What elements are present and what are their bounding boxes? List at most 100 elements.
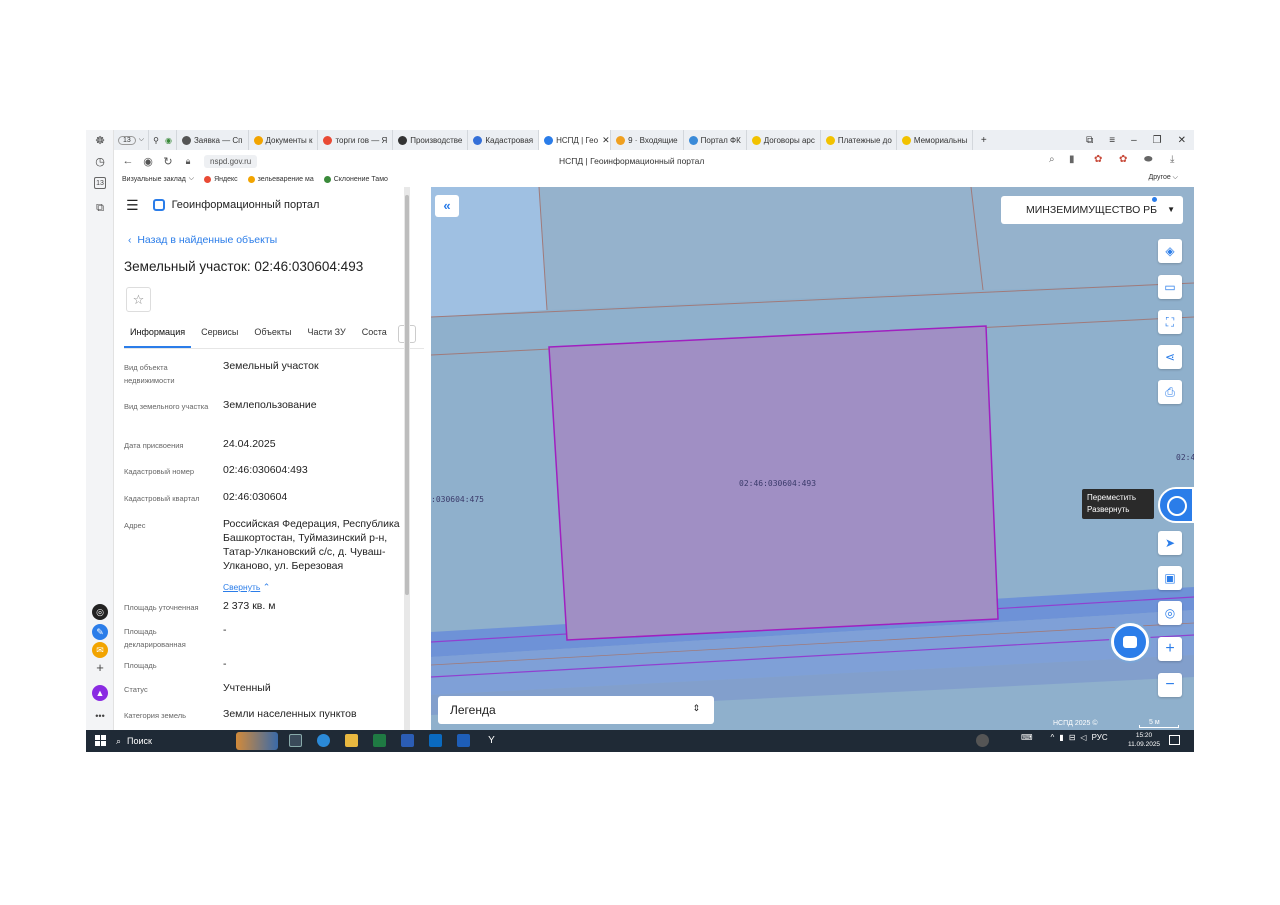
tray-up-icon[interactable]: ^ xyxy=(1051,733,1055,742)
zoom-out-button[interactable]: − xyxy=(1158,673,1182,697)
yandex-menu-icon[interactable]: ☸ xyxy=(92,133,108,149)
lync-icon[interactable] xyxy=(457,734,470,747)
back-link-label: Назад в найденные объекты xyxy=(137,234,278,246)
browser-tab[interactable]: 9 · Входящие xyxy=(611,130,684,150)
print-button[interactable]: ⎙ xyxy=(1158,380,1182,404)
extension-2-icon[interactable]: ✿ xyxy=(1119,154,1127,165)
edge-browser-icon[interactable] xyxy=(317,734,330,747)
collapse-panel-button[interactable]: « xyxy=(435,195,459,217)
pinned-tabs[interactable]: ⚲ ◉ xyxy=(149,130,177,150)
yandex-browser-icon[interactable]: Y xyxy=(485,734,498,747)
screenshot-icon[interactable]: ⧉ xyxy=(92,200,108,216)
bookmark-item[interactable]: Склонение Тамо xyxy=(323,175,388,183)
volume-icon[interactable]: ◁ xyxy=(1080,733,1086,742)
network-icon[interactable]: ⊟ xyxy=(1069,733,1076,742)
battery-icon[interactable]: ▮ xyxy=(1059,733,1063,742)
bookmark-item[interactable]: Визуальные заклад ⌵ xyxy=(122,175,194,183)
legend-dropdown[interactable]: Легенда ⇕ xyxy=(438,696,714,724)
language-indicator[interactable]: РУС xyxy=(1092,733,1108,742)
reload-icon[interactable]: ↻ xyxy=(158,155,178,168)
calendar-icon[interactable]: 13 xyxy=(94,177,106,189)
alice-assistant-icon[interactable]: ▲ xyxy=(92,685,108,701)
copy-icon[interactable]: ⧉ xyxy=(1078,135,1101,146)
map-canvas xyxy=(431,187,1194,715)
browser-tab[interactable]: торги гов — Я xyxy=(318,130,394,150)
property-label: Вид земельного участка xyxy=(124,402,209,411)
new-tab-button[interactable]: + xyxy=(973,135,995,146)
tab-counter[interactable]: 13 ⌵ xyxy=(114,130,150,150)
task-view-icon[interactable] xyxy=(289,734,302,747)
protect-shield-icon[interactable]: ⬬ xyxy=(1144,154,1153,165)
favorite-star-icon[interactable]: ☆ xyxy=(126,287,151,312)
browser-tab[interactable]: Производстве xyxy=(393,130,469,150)
browser-tab[interactable]: Заявка — Сп xyxy=(177,130,249,150)
bookmark-item[interactable]: зельеварение ма xyxy=(247,175,314,183)
taskbar-search[interactable]: ⌕ Поиск xyxy=(116,733,231,749)
tab-favicon-icon xyxy=(473,135,483,145)
property-value: 24.04.2025 xyxy=(223,438,276,450)
restore-button[interactable]: ❐ xyxy=(1145,135,1170,146)
object-title: Земельный участок: 02:46:030604:493 xyxy=(124,259,364,274)
panel-header: ☰ Геоинформационный портал xyxy=(114,187,431,223)
extension-icon[interactable]: ✿ xyxy=(1094,154,1102,165)
chat-button[interactable] xyxy=(1111,623,1149,661)
geolocate-button[interactable]: ◎ xyxy=(1158,601,1182,625)
navigate-button[interactable]: ➤ xyxy=(1158,531,1182,555)
history-icon[interactable]: ◷ xyxy=(92,154,108,170)
scrollbar-thumb[interactable] xyxy=(405,195,409,595)
search-highlight-image[interactable] xyxy=(236,732,278,750)
zoom-in-button[interactable]: + xyxy=(1158,637,1182,661)
protect-icon[interactable]: ◉ xyxy=(138,155,158,168)
mail-icon[interactable]: ✉ xyxy=(92,642,108,658)
collapse-address-link[interactable]: Свернуть ⌃ xyxy=(223,577,270,595)
outlook-icon[interactable] xyxy=(429,734,442,747)
move-expand-button[interactable] xyxy=(1158,487,1194,523)
panel-scrollbar[interactable] xyxy=(404,187,410,730)
search-page-icon[interactable]: ⌕ xyxy=(1049,154,1055,165)
messenger-icon[interactable]: ✎ xyxy=(92,624,108,640)
property-label: Дата присвоения xyxy=(124,441,184,450)
panel-tab[interactable]: Объекты xyxy=(248,323,297,348)
browser-tab[interactable]: Платежные до xyxy=(821,130,897,150)
bookmarks-other[interactable]: Другое ⌵ xyxy=(1148,174,1178,182)
share-button[interactable]: ⋖ xyxy=(1158,345,1182,369)
panel-tab[interactable]: Сервисы xyxy=(195,323,244,348)
map-view[interactable]: « МИНЗЕМИМУЩЕСТВО РБ ▼ ◈ ▭ ⛶ ⋖ ⎙ ➤ ▣ ◎ +… xyxy=(431,187,1194,730)
close-tab-icon[interactable]: ✕ xyxy=(602,135,610,146)
minimize-button[interactable]: – xyxy=(1123,135,1145,146)
cortana-icon[interactable] xyxy=(976,734,989,747)
browser-tab[interactable]: Документы к xyxy=(249,130,319,150)
back-arrow-icon[interactable]: ← xyxy=(118,155,138,167)
file-explorer-icon[interactable] xyxy=(345,734,358,747)
bookmark-item[interactable]: Яндекс xyxy=(204,175,238,183)
keyboard-icon[interactable]: ⌨ xyxy=(1021,733,1033,742)
ruler-button[interactable]: ▭ xyxy=(1158,275,1182,299)
panel-tab[interactable]: Информация xyxy=(124,323,192,348)
panel-tab[interactable]: Соста xyxy=(356,323,393,348)
pinned-tab-icon: ◉ xyxy=(164,135,172,145)
bookmark-icon[interactable]: ▮ xyxy=(1069,154,1075,165)
browser-tab[interactable]: НСПД | Гео ✕ xyxy=(539,130,612,150)
menu-icon[interactable]: ≡ xyxy=(1101,135,1123,146)
clock[interactable]: 15:20 11.09.2025 xyxy=(1128,731,1160,749)
select-area-button[interactable]: ⛶ xyxy=(1158,310,1182,334)
windows-start-icon[interactable] xyxy=(95,735,106,746)
hamburger-menu-icon[interactable]: ☰ xyxy=(126,197,139,214)
more-icon[interactable]: ••• xyxy=(92,708,108,724)
layers-button[interactable]: ◈ xyxy=(1158,239,1182,263)
back-to-results-link[interactable]: ‹ Назад в найденные объекты xyxy=(128,234,277,246)
browser-tab[interactable]: Кадастровая xyxy=(468,130,540,150)
minimap-button[interactable]: ▣ xyxy=(1158,566,1182,590)
browser-tab[interactable]: Мемориальны xyxy=(897,130,973,150)
add-sidebar-icon[interactable]: + xyxy=(92,660,108,676)
notifications-icon[interactable] xyxy=(1169,735,1180,745)
close-window-button[interactable]: ✕ xyxy=(1170,135,1194,146)
alice-icon[interactable]: ◎ xyxy=(92,604,108,620)
panel-tab[interactable]: Части ЗУ xyxy=(302,323,352,348)
browser-tab[interactable]: Портал ФК xyxy=(684,130,747,150)
word-icon[interactable] xyxy=(401,734,414,747)
download-icon[interactable]: ⤓ xyxy=(1170,154,1174,165)
browser-tab[interactable]: Договоры арс xyxy=(747,130,821,150)
excel-icon[interactable] xyxy=(373,734,386,747)
url-field[interactable]: nspd.gov.ru xyxy=(204,154,258,168)
